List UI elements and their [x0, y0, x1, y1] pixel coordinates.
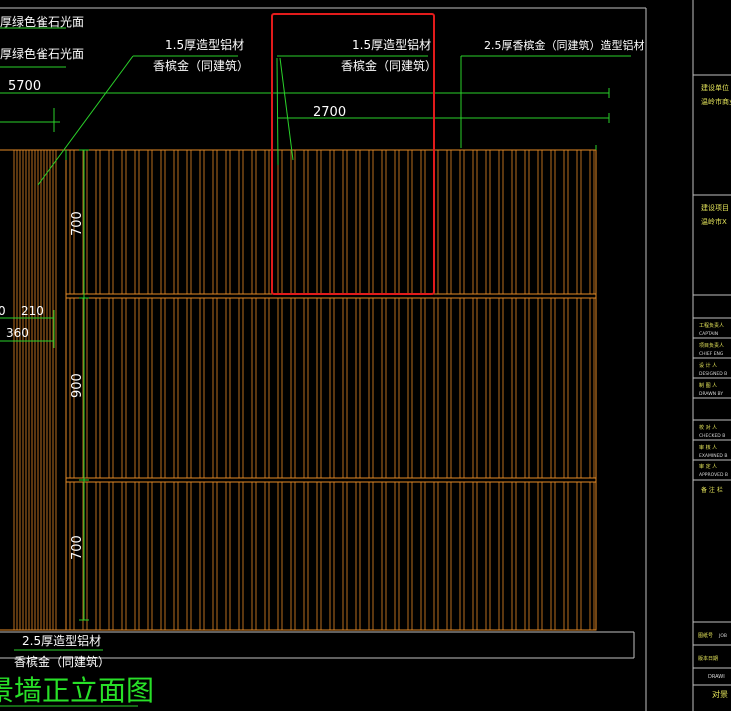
title-block-row: 图纸号: [698, 632, 713, 639]
dimension-side-c: 360: [6, 326, 29, 340]
title-block-row: APPROVED B: [699, 472, 728, 478]
dimension-overall: 5700: [8, 79, 41, 94]
title-block-row: CHIEF ENG: [699, 351, 724, 357]
title-block-row: 版本日期: [698, 655, 718, 662]
dimension-middle-panel: 900: [70, 373, 85, 398]
title-block-row: 制 图 人: [699, 382, 717, 389]
title-block-row: 审 定 人: [699, 463, 717, 470]
callout-1-line1: 1.5厚造型铝材: [165, 37, 244, 52]
main-slat-grid: [69, 150, 595, 630]
callout-2-line1: 1.5厚造型铝材: [352, 37, 431, 52]
title-block-row: 工程负责人: [699, 322, 724, 329]
callout-3-line1: 2.5厚香槟金（同建筑）造型铝材: [484, 38, 645, 52]
dimension-lines: [0, 88, 610, 621]
callout-1-line2: 香槟金（同建筑）: [153, 58, 249, 73]
title-block-row: 审 核 人: [699, 444, 717, 451]
material-label: 厚绿色雀石光面: [0, 14, 84, 29]
title-block-row: DRAWN BY: [699, 391, 723, 397]
title-block-row: 对景: [712, 689, 728, 699]
title-block-row: 温岭市X（: [701, 217, 731, 226]
left-slat-column: [13, 150, 57, 630]
dimension-lower-panel: 700: [70, 535, 85, 560]
dimension-side-b: 210: [21, 304, 44, 318]
title-block-row: 设 计 人: [699, 362, 717, 369]
drawing-title: 景墙正立面图: [0, 674, 154, 707]
cad-drawing-canvas: 建设单位 温岭市商业 建设项目 温岭市X（ 工程负责人 CAPTAIN 项目负责…: [0, 0, 731, 711]
leader-lines: [0, 27, 631, 707]
title-block-row: DESIGNED B: [699, 371, 727, 377]
title-block-text: 建设单位 温岭市商业 建设项目 温岭市X（ 工程负责人 CAPTAIN 项目负责…: [698, 83, 731, 699]
title-block-row: EXAMINED B: [699, 453, 727, 459]
material-label: 厚绿色雀石光面: [0, 46, 84, 61]
bottom-callout-line1: 2.5厚造型铝材: [22, 633, 101, 648]
title-block-row: 建设单位: [701, 83, 729, 92]
dimension-span: 2700: [313, 105, 346, 120]
dimension-side-a: 0: [0, 304, 6, 318]
title-block-row: 备 注 栏: [701, 486, 723, 494]
title-block-row: CHECKED B: [699, 433, 725, 439]
dimension-upper-panel: 700: [70, 211, 85, 236]
title-block-row: 温岭市商业: [701, 97, 731, 106]
wall-panel-outline: [0, 149, 597, 631]
title-block-row: 校 对 人: [699, 424, 717, 431]
title-block-row: JOB: [718, 633, 727, 639]
bottom-callout-line2: 香槟金（同建筑）: [14, 654, 110, 669]
title-block-row: CAPTAIN: [699, 331, 718, 337]
title-block-row: 项目负责人: [699, 342, 724, 349]
title-block-row: DRAWI: [708, 674, 725, 680]
title-block-row: 建设项目: [701, 203, 729, 212]
callout-2-line2: 香槟金（同建筑）: [341, 58, 437, 73]
